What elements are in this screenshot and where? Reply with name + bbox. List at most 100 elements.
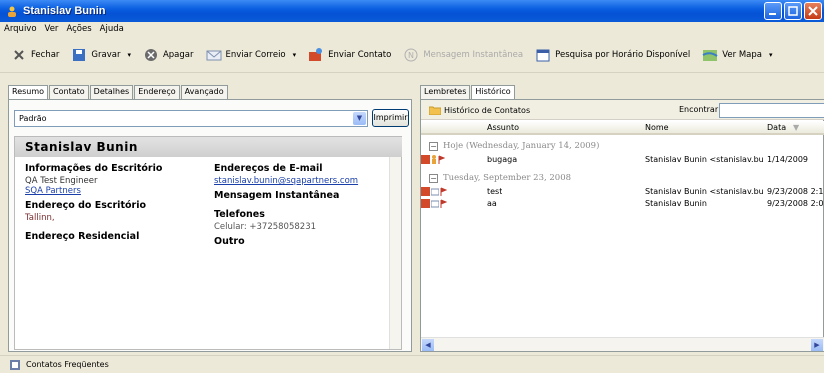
row-date: 1/14/2009 — [767, 155, 809, 164]
menu-actions[interactable]: Ações — [66, 24, 91, 34]
availability-search-button[interactable]: Pesquisa por Horário Disponível — [532, 45, 693, 65]
collapse-icon[interactable]: − — [429, 173, 438, 183]
view-dropdown[interactable]: Padrão ▼ — [14, 110, 368, 127]
tab-reminders[interactable]: Lembretes — [420, 85, 471, 99]
history-group-today[interactable]: − Hoje (Wednesday, January 14, 2009) — [429, 141, 599, 151]
scroll-right-icon[interactable]: ▶ — [811, 339, 823, 351]
save-button[interactable]: Gravar ▾ — [68, 45, 134, 65]
column-name[interactable]: Nome — [645, 123, 669, 132]
company-link[interactable]: SQA Partners — [25, 186, 205, 196]
home-address-title: Endereço Residencial — [25, 231, 140, 242]
im-title: Mensagem Instantânea — [214, 190, 340, 201]
history-row[interactable]: bugaga Stanislav Bunin <stanislav.bu 1/1… — [421, 155, 824, 166]
card-scrollbar[interactable] — [389, 157, 401, 349]
row-date: 9/23/2008 2:10 — [767, 187, 824, 196]
office-info-title: Informações do Escritório — [25, 163, 163, 174]
frequent-contacts-label[interactable]: Contatos Freqüentes — [26, 360, 109, 369]
phones-title: Telefones — [214, 209, 265, 220]
row-name: Stanislav Bunin <stanislav.bu — [645, 187, 763, 196]
column-subject[interactable]: Assunto — [487, 123, 519, 132]
tab-address[interactable]: Endereço — [134, 85, 180, 99]
find-label: Encontrar — [679, 105, 719, 114]
status-bar: Contatos Freqüentes — [0, 355, 824, 373]
card-column-right: Endereços de E-mail stanislav.bunin@sqap… — [214, 159, 394, 247]
svg-text:N: N — [408, 51, 414, 60]
contact-card-icon — [309, 47, 323, 61]
map-icon — [702, 49, 718, 61]
contact-item-icon — [421, 155, 430, 164]
row-date: 9/23/2008 2:08 — [767, 199, 824, 208]
msn-icon: N — [404, 48, 418, 61]
email-link[interactable]: stanislav.bunin@sqapartners.com — [214, 176, 394, 186]
availability-label: Pesquisa por Horário Disponível — [555, 49, 691, 60]
envelope-icon — [431, 200, 439, 208]
envelope-icon — [206, 50, 221, 60]
find-dropdown[interactable]: Encontrar ▾ — [679, 105, 725, 114]
tab-contact[interactable]: Contato — [49, 85, 89, 99]
close-button[interactable]: Fechar — [8, 45, 62, 65]
delete-icon — [144, 48, 157, 61]
chevron-down-icon: ▼ — [353, 112, 366, 125]
folder-icon — [429, 106, 441, 115]
delete-button[interactable]: Apagar — [140, 45, 197, 65]
send-contact-label: Enviar Contato — [328, 49, 392, 60]
tab-summary[interactable]: Resumo — [8, 85, 49, 100]
menu-help[interactable]: Ajuda — [100, 24, 124, 34]
contact-app-icon — [8, 6, 16, 17]
envelope-icon — [431, 188, 439, 196]
send-contact-button[interactable]: Enviar Contato — [305, 45, 394, 65]
menu-view[interactable]: Ver — [45, 24, 59, 34]
row-subject: aa — [487, 199, 497, 208]
item-type-icons — [421, 155, 447, 164]
contacts-icon — [10, 359, 20, 370]
history-group-sep-23[interactable]: − Tuesday, September 23, 2008 — [429, 173, 571, 183]
instant-message-button[interactable]: N Mensagem Instantânea — [400, 45, 526, 65]
history-label: Histórico de Contatos — [444, 105, 531, 115]
delete-label: Apagar — [162, 49, 194, 60]
calendar-icon — [536, 49, 550, 61]
column-date[interactable]: Data — [767, 123, 786, 132]
title-bar: Stanislav Bunin — [0, 0, 824, 22]
save-icon — [73, 48, 86, 61]
scroll-left-icon[interactable]: ◀ — [422, 339, 434, 351]
history-horizontal-scrollbar[interactable]: ◀ ▶ — [421, 337, 824, 351]
minimize-button[interactable] — [764, 2, 782, 20]
tab-advanced[interactable]: Avançado — [180, 85, 228, 99]
find-input[interactable] — [719, 103, 824, 118]
history-row[interactable]: test Stanislav Bunin <stanislav.bu 9/23/… — [421, 187, 824, 198]
row-name: Stanislav Bunin <stanislav.bu — [645, 155, 763, 164]
flag-icon — [440, 199, 447, 208]
menu-file[interactable]: Arquivo — [4, 24, 37, 34]
contact-tabs: Resumo Contato Detalhes Endereço Avançad… — [8, 85, 229, 100]
send-mail-button[interactable]: Enviar Correio ▾ — [203, 45, 300, 65]
instant-message-label: Mensagem Instantânea — [423, 49, 524, 60]
history-toolbar: Histórico de Contatos Encontrar ▾ — [421, 100, 824, 120]
sort-arrow-icon: ▼ — [793, 123, 800, 132]
item-type-icons — [421, 199, 447, 208]
tab-history[interactable]: Histórico — [471, 85, 515, 100]
history-folder[interactable]: Histórico de Contatos — [429, 105, 530, 115]
view-map-button[interactable]: Ver Mapa ▾ — [699, 45, 775, 65]
group-label: Tuesday, September 23, 2008 — [443, 173, 572, 183]
tab-details[interactable]: Detalhes — [89, 85, 134, 99]
print-button[interactable]: Imprimir — [372, 109, 409, 127]
contact-item-icon — [421, 187, 430, 196]
office-city: Tallinn, — [25, 213, 55, 223]
contact-name: Stanislav Bunin — [15, 137, 402, 157]
history-column-headers: Assunto Nome Data ▼ — [421, 121, 824, 135]
menu-bar: Arquivo Ver Ações Ajuda — [0, 22, 824, 36]
collapse-icon[interactable]: − — [429, 141, 438, 151]
window-title: Stanislav Bunin — [23, 5, 106, 17]
row-subject: test — [487, 187, 503, 196]
close-label: Fechar — [31, 49, 60, 60]
maximize-button[interactable] — [784, 2, 802, 20]
contact-card: Stanislav Bunin Informações do Escritóri… — [14, 136, 402, 350]
close-icon — [14, 49, 24, 60]
row-name: Stanislav Bunin — [645, 199, 707, 208]
close-window-button[interactable] — [804, 2, 822, 20]
card-column-left: Informações do Escritório QA Test Engine… — [25, 159, 205, 242]
view-map-label: Ver Mapa — [722, 49, 762, 60]
contact-item-icon — [421, 199, 430, 208]
toolbar: Fechar Gravar ▾ Apagar Enviar Correio ▾ En… — [0, 37, 824, 73]
history-row[interactable]: aa Stanislav Bunin 9/23/2008 2:08 — [421, 199, 824, 210]
